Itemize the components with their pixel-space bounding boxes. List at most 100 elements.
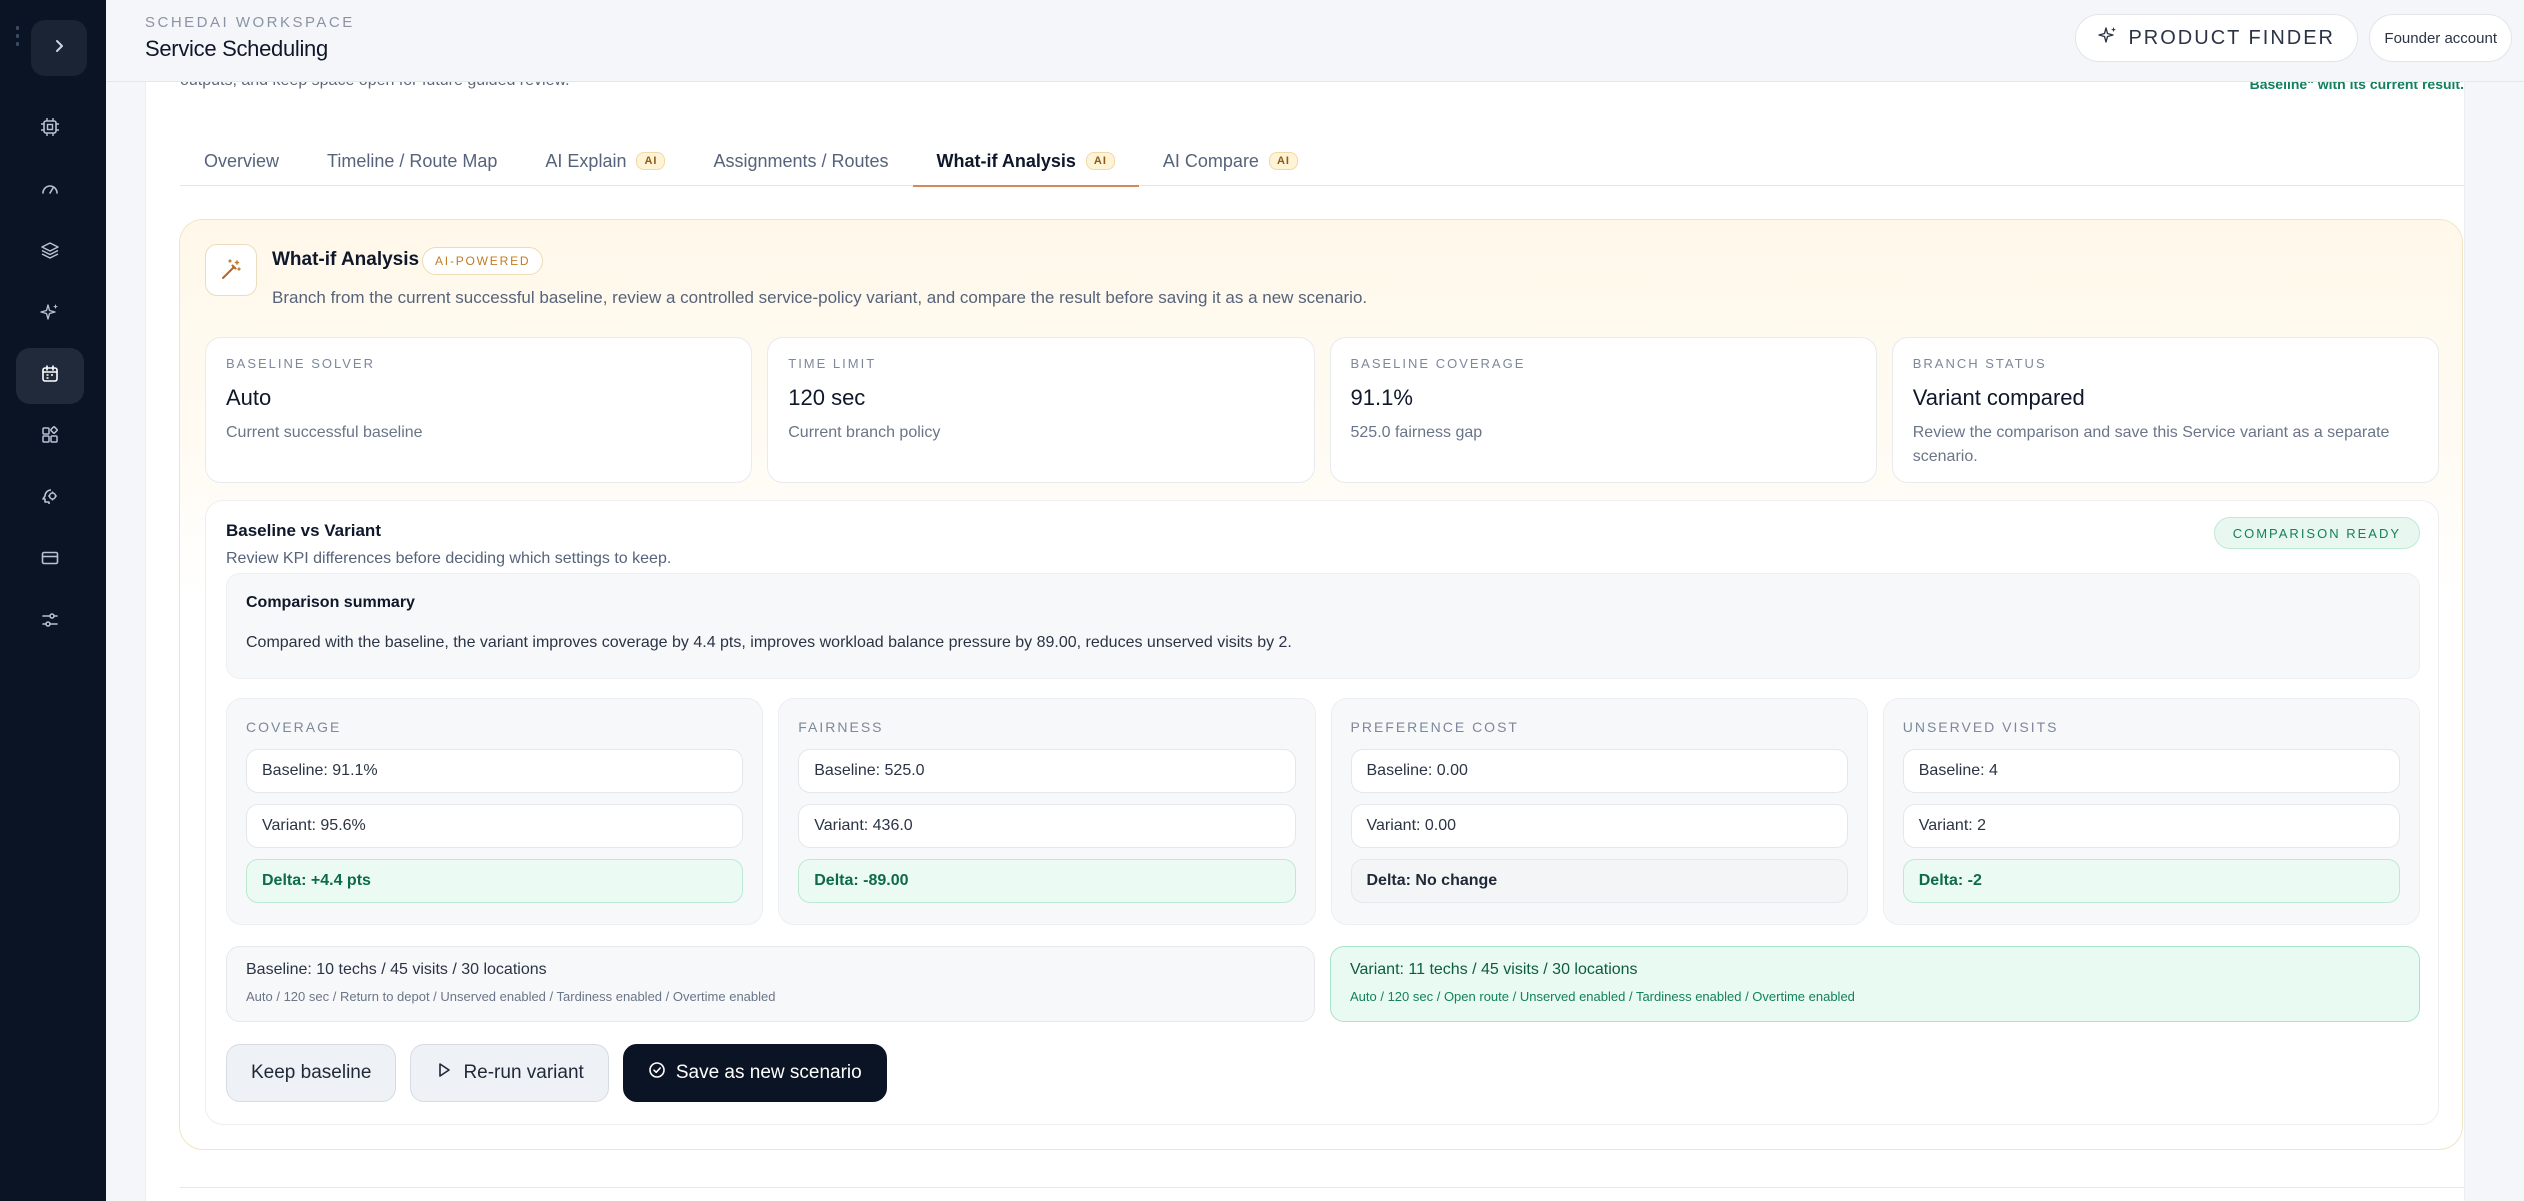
metric-delta: Delta: No change bbox=[1350, 859, 1848, 903]
metric-delta: Delta: -89.00 bbox=[798, 859, 1296, 903]
comparison-description: Review KPI differences before deciding w… bbox=[226, 550, 672, 567]
stat-value: 91.1% bbox=[1350, 385, 1413, 410]
sidebar-item-sparkles[interactable] bbox=[16, 286, 84, 342]
metric-label: PREFERENCE COST bbox=[1350, 719, 1519, 735]
save-scenario-label: Save as new scenario bbox=[675, 1062, 862, 1083]
tab-label: Assignments / Routes bbox=[713, 150, 889, 171]
sidebar-toggle-button[interactable] bbox=[31, 20, 87, 76]
stat-label: BASELINE COVERAGE bbox=[1350, 356, 1526, 371]
metric-cards: COVERAGE Baseline: 91.1% Variant: 95.6% … bbox=[226, 698, 2420, 925]
product-finder-button[interactable]: PRODUCT FINDER bbox=[2075, 14, 2358, 62]
metric-card-preference-cost: PREFERENCE COST Baseline: 0.00 Variant: … bbox=[1330, 698, 1868, 925]
metric-variant: Variant: 0.00 bbox=[1350, 804, 1848, 848]
sidebar-item-gauge[interactable] bbox=[16, 163, 84, 219]
sidebar bbox=[0, 0, 106, 1201]
tab-ai-explain[interactable]: AI Explain AI bbox=[521, 136, 689, 186]
metric-label: FAIRNESS bbox=[798, 719, 884, 735]
ai-badge: AI bbox=[636, 152, 666, 170]
layers-icon bbox=[40, 240, 60, 265]
metric-variant: Variant: 436.0 bbox=[798, 804, 1296, 848]
summary-title: Comparison summary bbox=[246, 594, 415, 611]
product-finder-label: PRODUCT FINDER bbox=[2128, 26, 2335, 49]
tab-what-if-analysis[interactable]: What-if Analysis AI bbox=[912, 136, 1140, 187]
card-icon bbox=[40, 548, 60, 573]
action-buttons: Keep baseline Re-run variant Save as new… bbox=[226, 1044, 887, 1102]
chip-icon bbox=[40, 117, 60, 142]
keep-baseline-label: Keep baseline bbox=[251, 1062, 372, 1083]
ai-badge: AI bbox=[1085, 152, 1115, 170]
summary-text: Compared with the baseline, the variant … bbox=[246, 634, 1292, 651]
sparkles-icon bbox=[40, 302, 60, 327]
sidebar-item-settings[interactable] bbox=[16, 594, 84, 650]
what-if-panel: What-if Analysis AI-POWERED Branch from … bbox=[179, 219, 2463, 1150]
account-button[interactable]: Founder account bbox=[2369, 14, 2512, 62]
keep-baseline-button[interactable]: Keep baseline bbox=[226, 1044, 397, 1102]
tab-overview[interactable]: Overview bbox=[180, 136, 303, 186]
metric-card-fairness: FAIRNESS Baseline: 525.0 Variant: 436.0 … bbox=[778, 698, 1316, 925]
stat-value: Auto bbox=[226, 385, 272, 410]
metric-card-coverage: COVERAGE Baseline: 91.1% Variant: 95.6% … bbox=[226, 698, 764, 925]
metric-baseline: Baseline: 4 bbox=[1902, 749, 2400, 793]
save-as-new-scenario-button[interactable]: Save as new scenario bbox=[622, 1044, 887, 1102]
stat-card-baseline-coverage: BASELINE COVERAGE 91.1% 525.0 fairness g… bbox=[1329, 337, 1877, 483]
rerun-variant-button[interactable]: Re-run variant bbox=[410, 1044, 609, 1102]
stat-label: TIME LIMIT bbox=[788, 356, 877, 371]
gauge-icon bbox=[40, 179, 60, 204]
workspace-label: SCHEDAI WORKSPACE bbox=[145, 14, 355, 31]
status-badge: COMPARISON READY bbox=[2213, 517, 2420, 549]
metric-baseline: Baseline: 525.0 bbox=[798, 749, 1296, 793]
stat-card-branch-status: BRANCH STATUS Variant compared Review th… bbox=[1891, 337, 2439, 483]
panel-description: Branch from the current successful basel… bbox=[272, 288, 1368, 307]
panel-title: What-if Analysis bbox=[272, 249, 420, 270]
stat-subtext: 525.0 fairness gap bbox=[1350, 424, 1483, 441]
tab-ai-compare[interactable]: AI Compare AI bbox=[1139, 136, 1322, 186]
variant-summary-card: Variant: 11 techs / 45 visits / 30 locat… bbox=[1330, 946, 2420, 1022]
tab-label: What-if Analysis bbox=[936, 150, 1076, 171]
main-content: outputs, and keep space open for future … bbox=[145, 82, 2465, 1201]
stat-value: 120 sec bbox=[788, 385, 866, 410]
ai-powered-badge: AI-POWERED bbox=[422, 247, 544, 275]
stat-card-baseline-solver: BASELINE SOLVER Auto Current successful … bbox=[205, 337, 753, 483]
stat-value: Variant compared bbox=[1912, 385, 2085, 410]
variant-summary-settings: Auto / 120 sec / Open route / Unserved e… bbox=[1350, 989, 1855, 1004]
baseline-summary-title: Baseline: 10 techs / 45 visits / 30 loca… bbox=[246, 961, 547, 978]
magic-wand-icon bbox=[205, 244, 257, 296]
metric-card-unserved-visits: UNSERVED VISITS Baseline: 4 Variant: 2 D… bbox=[1882, 698, 2420, 925]
tab-label: AI Compare bbox=[1162, 150, 1259, 171]
comparison-summary: Comparison summary Compared with the bas… bbox=[226, 573, 2420, 679]
stat-subtext: Current successful baseline bbox=[226, 424, 423, 441]
sparkles-icon bbox=[2098, 25, 2118, 51]
tab-timeline-route-map[interactable]: Timeline / Route Map bbox=[303, 136, 521, 186]
widgets-icon bbox=[40, 425, 60, 450]
intro-note: Baseline" with its current result. bbox=[2249, 82, 2464, 92]
tab-label: Overview bbox=[204, 150, 280, 171]
metric-variant: Variant: 2 bbox=[1902, 804, 2400, 848]
metric-label: COVERAGE bbox=[246, 719, 342, 735]
sidebar-item-brain[interactable] bbox=[16, 471, 84, 527]
intro-text: outputs, and keep space open for future … bbox=[180, 82, 570, 90]
ai-badge: AI bbox=[1268, 152, 1298, 170]
chevron-right-icon bbox=[51, 38, 67, 59]
baseline-summary-settings: Auto / 120 sec / Return to depot / Unser… bbox=[246, 989, 776, 1004]
tab-label: AI Explain bbox=[545, 150, 627, 171]
sidebar-item-chip[interactable] bbox=[16, 101, 84, 157]
stat-label: BASELINE SOLVER bbox=[226, 356, 375, 371]
sidebar-item-widgets[interactable] bbox=[16, 409, 84, 465]
brain-icon bbox=[40, 487, 60, 512]
stat-subtext: Review the comparison and save this Serv… bbox=[1912, 424, 2390, 465]
tab-assignments-routes[interactable]: Assignments / Routes bbox=[689, 136, 912, 186]
metric-delta: Delta: +4.4 pts bbox=[246, 859, 744, 903]
comparison-title: Baseline vs Variant bbox=[226, 521, 381, 540]
baseline-summary-card: Baseline: 10 techs / 45 visits / 30 loca… bbox=[226, 946, 1315, 1022]
sidebar-item-layers[interactable] bbox=[16, 224, 84, 280]
metric-variant: Variant: 95.6% bbox=[246, 804, 744, 848]
variant-summary-title: Variant: 11 techs / 45 visits / 30 locat… bbox=[1350, 961, 1638, 978]
sidebar-item-card[interactable] bbox=[16, 532, 84, 588]
stat-cards: BASELINE SOLVER Auto Current successful … bbox=[205, 337, 2439, 483]
metric-label: UNSERVED VISITS bbox=[1902, 719, 2059, 735]
tab-label: Timeline / Route Map bbox=[327, 150, 498, 171]
sidebar-item-calendar[interactable] bbox=[16, 348, 84, 404]
stat-subtext: Current branch policy bbox=[788, 424, 941, 441]
stat-card-time-limit: TIME LIMIT 120 sec Current branch policy bbox=[767, 337, 1315, 483]
top-bar: SCHEDAI WORKSPACE Service Scheduling PRO… bbox=[106, 0, 2524, 82]
